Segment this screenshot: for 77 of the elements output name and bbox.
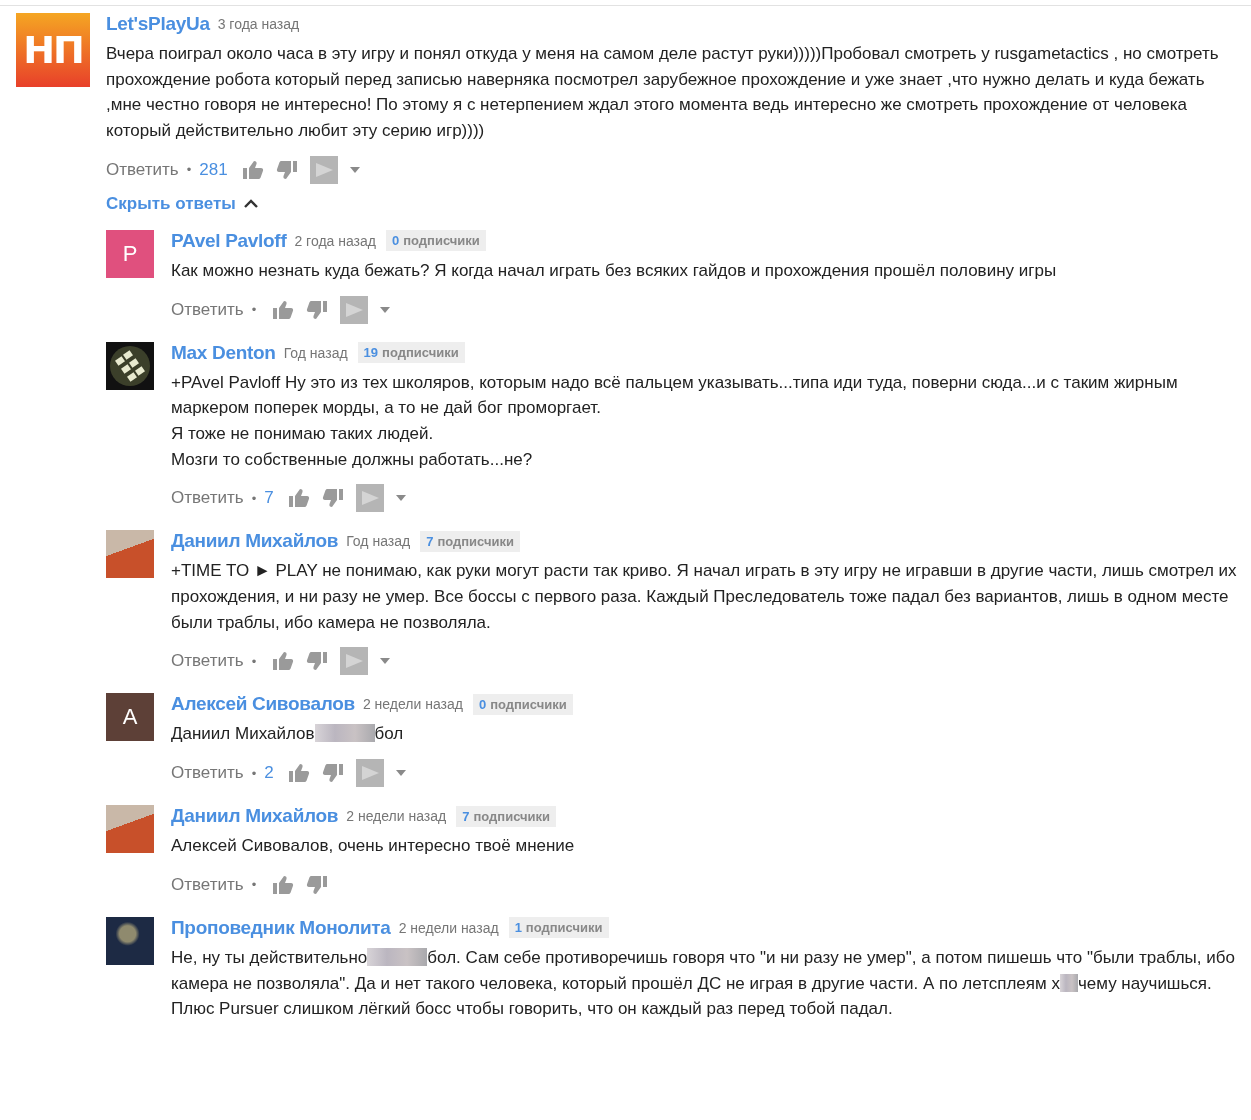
thumbs-down-icon[interactable] (321, 488, 344, 509)
separator-dot: • (186, 162, 192, 178)
thumbs-up-icon[interactable] (272, 299, 295, 320)
play-flag-icon[interactable] (355, 484, 384, 513)
caret-down-icon[interactable] (380, 658, 391, 665)
author-name[interactable]: Даниил Михайлов (171, 805, 339, 828)
thumbs-up-icon[interactable] (287, 488, 310, 509)
like-count: 281 (199, 159, 228, 180)
caret-down-icon[interactable] (395, 495, 406, 502)
separator-dot: • (251, 765, 257, 781)
author-name[interactable]: Max Denton (171, 341, 276, 364)
comment-text: Алексей Сивовалов, очень интересно твоё мнение (171, 835, 576, 858)
comment-time: Год назад (346, 533, 411, 550)
author-name[interactable]: Проповедник Монолита (171, 916, 391, 939)
subscriber-count: 0 (478, 696, 487, 712)
reply-link[interactable]: Ответить (171, 299, 244, 320)
author-name[interactable]: Алексей Сивовалов (171, 693, 355, 716)
comment-text: Как можно незнать куда бежать? Я когда начал играть без всяких гайдов и прохождения прошёл половину игры (171, 259, 1058, 282)
subscriber-count: 1 (514, 920, 522, 936)
subscriber-label: подписчики (490, 696, 567, 712)
thumbs-up-icon[interactable] (272, 651, 295, 672)
hide-replies-button[interactable]: Скрыть ответы (106, 193, 258, 214)
reply-link[interactable]: Ответить (171, 651, 244, 672)
reply-link[interactable]: Ответить (171, 763, 244, 784)
thumbs-down-icon[interactable] (321, 763, 344, 784)
author-name[interactable]: PAvel Pavloff (171, 229, 287, 252)
subscriber-label: подписчики (403, 233, 480, 249)
letter-avatar[interactable]: А (106, 693, 154, 742)
comment-time: 2 недели назад (346, 808, 447, 825)
thumbs-up-icon[interactable] (287, 763, 310, 784)
subscriber-count: 7 (462, 808, 470, 824)
comment-text: Вчера поиграл около часа в эту игру и понял откуда у меня на самом деле растут руки)))))Пробовал смотреть у rusgametactics , но смотреть прохождение робота который перед записью наверняка посмотрел зарубежное прохождение и уже знает ,что нужно делать и куда бежать ,мне честно говоря не интересно! По этому я с нетерпением ждал этого момента ведь интересно же смотреть прохождение от человека который действительно любит эту серию игр)))) (106, 43, 1220, 143)
caret-down-icon[interactable] (380, 306, 391, 313)
reply-link[interactable]: Ответить (106, 159, 179, 180)
comment-time: Год назад (283, 344, 348, 361)
like-count: 7 (264, 488, 274, 509)
comment-time: 3 года назад (217, 16, 300, 32)
play-flag-icon[interactable] (355, 759, 384, 788)
thumbs-down-icon[interactable] (275, 159, 298, 180)
thumbs-down-icon[interactable] (306, 651, 329, 672)
like-count: 2 (264, 763, 274, 784)
channel-logo[interactable]: НП (16, 13, 90, 87)
play-flag-icon[interactable] (340, 295, 369, 324)
author-name[interactable]: Даниил Михайлов (171, 530, 339, 553)
comment-time: 2 недели назад (398, 919, 499, 936)
thumbs-down-icon[interactable] (306, 874, 329, 895)
reply-link[interactable]: Ответить (171, 874, 244, 895)
author-name[interactable]: Let'sPlayUa (106, 13, 210, 35)
avatar-image[interactable] (106, 341, 154, 390)
photo-placeholder[interactable] (106, 916, 154, 965)
comment-text: +TIME TO ► PLAY не понимаю, как руки могут расти так криво. Я начал играть в эту игру не игравши в другие части, лишь смотрел их прохождения, и ни разу не умер. Все боссы с первого раза. Каждый Преследователь тоже падал без вариантов, лишь в одном месте были траблы, ибо камера не позволяла. (171, 560, 1238, 634)
comment-time: 2 недели назад (362, 696, 463, 713)
subscriber-count: 7 (426, 533, 434, 549)
subscriber-label: подписчики (437, 533, 515, 549)
separator-dot: • (251, 877, 257, 893)
caret-up-icon (243, 198, 258, 209)
comment-time: 2 года назад (294, 232, 376, 249)
subscriber-count: 0 (391, 233, 400, 249)
thumbs-down-icon[interactable] (306, 299, 329, 320)
separator-dot: • (251, 653, 257, 669)
comment-text: Даниил Михайлов бол (171, 723, 405, 746)
comment-text: Не, ну ты действительно бол. Сам себе противоречишь говоря что "и ни разу не умер", а потом пишешь что "были траблы, ибо камера не позволяла". Да и нет такого человека, который прошёл ДС не играя в другие части. А по летсплеям х чему научишься. Плюс Pursuer слишком лёгкий босс чтобы говорить, что он каждый раз перед тобой падал. (171, 946, 1236, 1021)
caret-down-icon[interactable] (349, 166, 360, 173)
separator-dot: • (251, 490, 257, 506)
play-flag-icon[interactable] (340, 647, 369, 676)
thumbs-up-icon[interactable] (272, 874, 295, 895)
subscriber-label: подписчики (473, 808, 551, 824)
subscriber-label: подписчики (525, 920, 603, 936)
caret-down-icon[interactable] (395, 770, 406, 777)
subscriber-count: 19 (363, 345, 379, 360)
separator-dot: • (251, 302, 257, 317)
thumbs-up-icon[interactable] (241, 159, 264, 180)
subscriber-label: подписчики (382, 345, 459, 360)
play-flag-icon[interactable] (309, 155, 338, 184)
letter-avatar[interactable]: P (106, 229, 154, 278)
reply-link[interactable]: Ответить (171, 488, 244, 509)
comment-text: +PAvel Pavloff Ну это из тех школяров, которым надо всё пальцем указывать...типа иди туда, поверни сюда...и с таким жирным маркером поперек морды, а то не дай бог проморгает. Я тоже не понимаю таких людей. Мозги то собственные должны работать...не? (171, 371, 1179, 471)
